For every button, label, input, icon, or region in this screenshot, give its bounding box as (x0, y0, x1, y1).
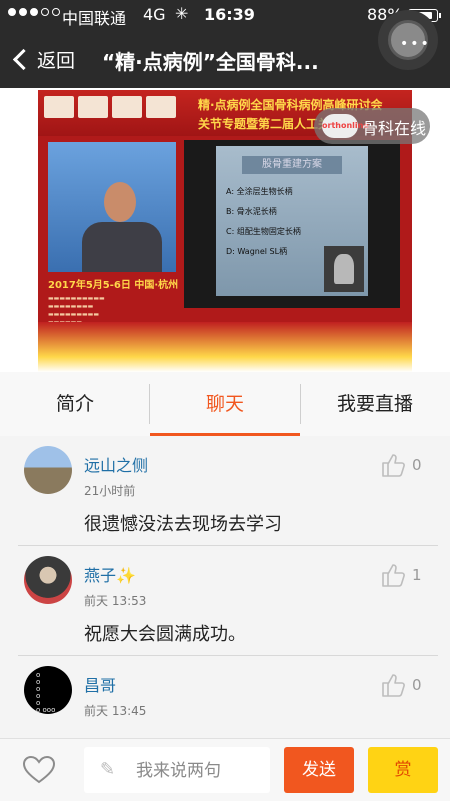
sponsor-logo (112, 96, 142, 118)
avatar[interactable] (24, 446, 72, 494)
reward-button[interactable]: 赏 (368, 747, 438, 793)
like-count: 0 (412, 456, 422, 474)
comment-time: 21小时前 (84, 484, 136, 498)
speaker-head (104, 182, 136, 222)
back-button[interactable]: 返回 (10, 46, 75, 73)
comment-item: oooooo ooo 昌哥 前天 13:45 0 (0, 656, 450, 738)
comment-time: 前天 13:53 (84, 594, 147, 608)
like-button[interactable]: 0 (380, 672, 422, 698)
page-title: “精·点病例”全国骨科... (102, 50, 319, 74)
slide-option: A: 全涂层生物长柄 (226, 187, 293, 196)
commenter-name[interactable]: 燕子✨ (84, 562, 136, 586)
bottom-input-bar: ✎ 发送 赏 (0, 738, 450, 801)
sponsor-logos (44, 96, 176, 118)
speaker-video (48, 142, 176, 272)
loading-spinner-icon: ✳ (175, 4, 189, 23)
comment-text: 祝愿大会圆满成功。 (84, 624, 246, 645)
sponsor-logo (146, 96, 176, 118)
presentation-screen: 股骨重建方案 A: 全涂层生物长柄 B: 骨水泥长柄 C: 组配生物固定长柄 D… (184, 140, 400, 308)
clock-time: 16:39 (204, 5, 255, 24)
tab-chat[interactable]: 聊天 (150, 372, 300, 436)
signal-strength-icon (8, 8, 60, 16)
chevron-left-icon (12, 48, 35, 71)
network-type-label: 4G (143, 5, 166, 24)
presentation-slide: 股骨重建方案 A: 全涂层生物长柄 B: 骨水泥长柄 C: 组配生物固定长柄 D… (216, 146, 368, 296)
pencil-icon: ✎ (100, 759, 116, 780)
like-count: 1 (412, 566, 422, 584)
slide-option: C: 组配生物固定长柄 (226, 227, 301, 236)
send-button[interactable]: 发送 (284, 747, 354, 793)
commenter-name[interactable]: 远山之侧 (84, 452, 148, 476)
slide-title: 股骨重建方案 (242, 156, 342, 174)
speaker-body (82, 222, 162, 272)
comment-time: 前天 13:45 (84, 704, 147, 718)
comment-item: 远山之侧 21小时前 很遗憾没法去现场去学习 0 (0, 436, 450, 546)
carrier-label: 中国联通 (62, 9, 127, 28)
like-button[interactable]: 1 (380, 562, 422, 588)
thumbs-up-icon (382, 564, 405, 587)
commenter-name[interactable]: 昌哥 (84, 672, 116, 696)
tab-go-live[interactable]: 我要直播 (300, 372, 450, 436)
favorite-heart-button[interactable] (22, 755, 56, 785)
comment-item: 燕子✨ 前天 13:53 祝愿大会圆满成功。 1 (0, 546, 450, 656)
watermark-text: 骨科在线 (362, 119, 427, 138)
tab-intro[interactable]: 简介 (0, 372, 150, 436)
stage-floor (38, 322, 412, 372)
comment-input[interactable] (134, 757, 266, 785)
event-date: 2017年5月5-6日 中国·杭州 (48, 280, 179, 291)
comment-input-box[interactable]: ✎ (84, 747, 270, 793)
avatar[interactable]: oooooo ooo (24, 666, 72, 714)
sparkle-badge-icon: ✨ (116, 566, 136, 585)
orthonline-logo-icon: orthonline (322, 114, 369, 138)
avatar[interactable] (24, 556, 72, 604)
more-options-button[interactable]: ••• (378, 10, 438, 70)
slide-option: B: 骨水泥长柄 (226, 207, 277, 216)
xray-image-icon (324, 246, 364, 292)
video-player[interactable]: 精·点病例全国骨科病例高峰研讨会 关节专题暨第二届人工关节 2017年5月5-6… (0, 88, 450, 372)
thumbs-up-icon (382, 674, 405, 697)
commenter-name-text: 燕子 (84, 566, 117, 585)
heart-icon (22, 755, 56, 784)
sponsor-logo (78, 96, 108, 118)
more-dots-icon: ••• (400, 36, 431, 52)
comment-list[interactable]: 远山之侧 21小时前 很遗憾没法去现场去学习 0 燕子✨ 前天 13:53 祝愿… (0, 436, 450, 738)
like-count: 0 (412, 676, 422, 694)
back-label: 返回 (37, 50, 76, 72)
sponsor-logo (44, 96, 74, 118)
tab-bar: 简介 聊天 我要直播 (0, 372, 450, 437)
thumbs-up-icon (382, 454, 405, 477)
like-button[interactable]: 0 (380, 452, 422, 478)
bead-pattern-icon: oooooo ooo (36, 671, 56, 714)
event-info: 2017年5月5-6日 中国·杭州 ▬▬▬▬▬▬▬▬▬▬ ▬▬▬▬▬▬▬▬ ▬▬▬▬… (48, 276, 188, 327)
watermark-badge: orthonline 骨科在线 (314, 108, 430, 144)
slide-option: D: Wagnel SL柄 (226, 247, 288, 256)
comment-text: 很遗憾没法去现场去学习 (84, 514, 282, 535)
